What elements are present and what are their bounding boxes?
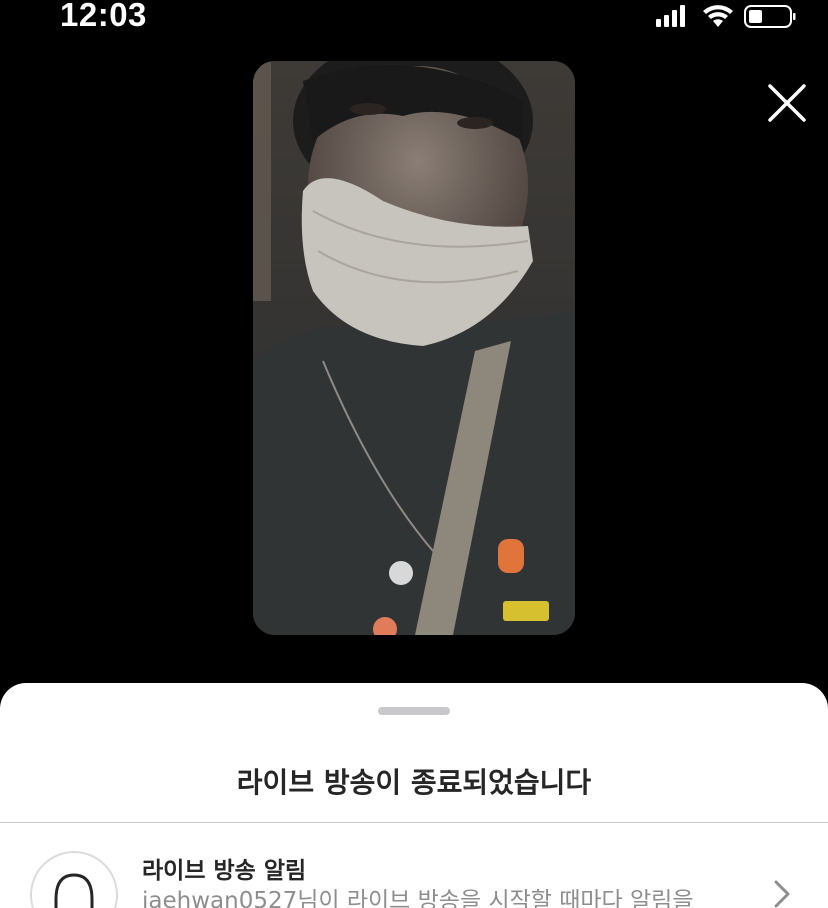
sheet-drag-handle[interactable] <box>378 707 450 715</box>
wifi-icon <box>703 5 733 27</box>
status-icons <box>656 5 796 28</box>
battery-icon <box>744 5 796 28</box>
bell-icon-circle <box>30 851 118 908</box>
notification-description: jaehwan0527님이 라이브 방송을 시작할 때마다 알림을 <box>142 888 694 908</box>
bell-icon <box>54 873 94 908</box>
sheet-title: 라이브 방송이 종료되었습니다 <box>236 766 592 799</box>
chevron-right-icon <box>774 880 790 908</box>
live-video-preview <box>253 61 575 635</box>
live-notification-row[interactable]: 라이브 방송 알림 jaehwan0527님이 라이브 방송을 시작할 때마다 … <box>0 823 828 908</box>
status-time: 12:03 <box>60 0 147 33</box>
live-ended-screen: 12:03 라이브 방송이 종료되었습니다 라이브 방송 알림 jaehwan0… <box>0 0 828 908</box>
live-ended-sheet: 라이브 방송이 종료되었습니다 라이브 방송 알림 jaehwan0527님이 … <box>0 683 828 908</box>
close-icon[interactable] <box>766 82 808 124</box>
signal-icon <box>656 5 685 27</box>
notification-title: 라이브 방송 알림 <box>142 858 307 884</box>
